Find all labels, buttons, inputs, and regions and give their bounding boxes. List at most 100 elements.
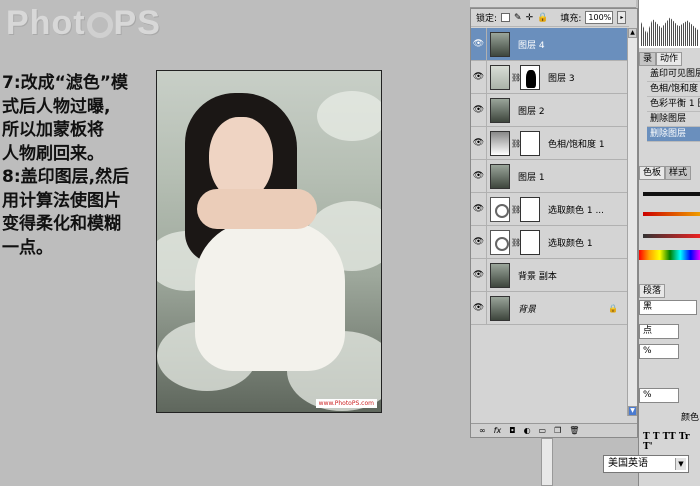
layers-scrollbar[interactable]: ▲ ▼ <box>627 28 637 416</box>
adjust-icon[interactable]: ◐ <box>524 426 531 435</box>
tab-actions[interactable]: 动作 <box>656 52 683 66</box>
chain-link-icon[interactable]: ⛓ <box>511 205 521 214</box>
logo-diamond-icon <box>86 12 113 38</box>
layer-thumbnail <box>490 97 510 123</box>
photo-watermark: www.PhotoPS.com <box>315 399 377 408</box>
panel-top-strip <box>470 0 636 8</box>
fill-input[interactable]: 100% <box>585 11 614 24</box>
tracking-input[interactable]: % <box>639 344 679 359</box>
lock-brush-icon[interactable]: ✎ <box>514 13 522 23</box>
font-family-select[interactable]: 黑 <box>639 300 697 315</box>
outer-scrollbar[interactable] <box>541 438 553 486</box>
layer-thumbnail <box>490 163 510 189</box>
caption-step-7: 7:改成“滤色”模 式后人物过曝, 所以加蒙板将 人物刷回来。 <box>2 73 128 164</box>
layers-list: 👁 图层 4 👁 ⛓ 图层 3 👁 图层 2 👁 ⛓ 色相/饱和度 1 👁 图层 <box>471 28 628 416</box>
visibility-eye-icon[interactable]: 👁 <box>471 226 487 258</box>
history-item[interactable]: 盖印可见图层 <box>647 67 700 82</box>
layer-name: 选取颜色 1 ... <box>548 205 605 216</box>
adjustment-thumbnail <box>490 130 510 156</box>
layer-name: 图层 2 <box>518 106 545 117</box>
layer-mask-thumbnail[interactable] <box>520 229 540 255</box>
color-slider[interactable] <box>643 192 700 196</box>
canvas-photo[interactable]: www.PhotoPS.com <box>156 70 382 413</box>
visibility-eye-icon[interactable]: 👁 <box>471 193 487 225</box>
layer-row[interactable]: 👁 图层 2 <box>471 94 628 127</box>
tab-styles[interactable]: 样式 <box>665 166 692 180</box>
color-label: 颜色 <box>681 413 700 423</box>
fill-label: 填充: <box>560 14 582 24</box>
language-value: 美国英语 <box>608 458 648 469</box>
layer-mask-thumbnail[interactable] <box>520 130 540 156</box>
layer-thumbnail <box>490 295 510 321</box>
layer-name: 背景 副本 <box>518 271 557 282</box>
adjustment-thumbnail <box>490 229 510 255</box>
layer-row[interactable]: 👁 背景 副本 <box>471 259 628 292</box>
new-layer-icon[interactable]: ❐ <box>554 426 561 435</box>
visibility-eye-icon[interactable]: 👁 <box>471 160 487 192</box>
font-size-input[interactable]: 点 <box>639 324 679 339</box>
layer-name: 图层 4 <box>518 40 545 51</box>
lock-row: 锁定: ✎ ✛ 🔒 填充: 100% ▸ <box>471 9 629 27</box>
tab-history[interactable]: 录 <box>639 52 657 66</box>
history-item[interactable]: 删除图层 <box>647 127 700 142</box>
layer-thumbnail <box>490 31 510 57</box>
histogram <box>639 0 700 48</box>
color-slider[interactable] <box>643 234 700 238</box>
layer-row[interactable]: 👁 ⛓ 图层 3 <box>471 61 628 94</box>
layer-row[interactable]: 👁 背景 🔒 <box>471 292 628 325</box>
caption-step-8: 8:盖印图层,然后 用计算法使图片 变得柔化和模糊 一点。 <box>2 167 130 258</box>
visibility-eye-icon[interactable]: 👁 <box>471 94 487 126</box>
layer-name: 背景 <box>518 304 537 315</box>
visibility-eye-icon[interactable]: 👁 <box>471 127 487 159</box>
tab-swatches[interactable]: 色板 <box>639 166 666 180</box>
fill-dropdown-icon[interactable]: ▸ <box>617 11 627 24</box>
history-item[interactable]: 色彩平衡 1 图 <box>647 97 700 112</box>
layer-row[interactable]: 👁 图层 1 <box>471 160 628 193</box>
layers-bottom-bar: ∞ fx ◘ ◐ ▭ ❐ 🗑 <box>471 423 637 437</box>
chain-link-icon[interactable]: ⛓ <box>511 238 521 247</box>
layer-mask-thumbnail[interactable] <box>520 196 540 222</box>
chain-link-icon[interactable]: ⛓ <box>511 73 521 82</box>
color-tabs: 色板 样式 <box>639 166 700 180</box>
layer-row[interactable]: 👁 ⛓ 色相/饱和度 1 <box>471 127 628 160</box>
visibility-eye-icon[interactable]: 👁 <box>471 292 487 324</box>
mask-icon[interactable]: ◘ <box>509 426 515 435</box>
color-spectrum[interactable] <box>639 250 700 260</box>
history-item[interactable]: 色相/饱和度 <box>647 82 700 97</box>
lock-all-icon[interactable]: 🔒 <box>537 13 548 23</box>
layer-row[interactable]: 👁 ⛓ 选取颜色 1 <box>471 226 628 259</box>
color-slider[interactable] <box>643 212 700 216</box>
scale-input[interactable]: % <box>639 388 679 403</box>
fx-icon[interactable]: fx <box>494 426 502 435</box>
trash-icon[interactable]: 🗑 <box>569 426 579 435</box>
lock-label: 锁定: <box>476 14 498 24</box>
layer-name: 图层 3 <box>548 73 575 84</box>
right-panels: 录 动作 盖印可见图层 色相/饱和度 色彩平衡 1 图 删除图层 删除图层 色板… <box>638 0 700 486</box>
layer-row[interactable]: 👁 图层 4 <box>471 28 628 61</box>
visibility-eye-icon[interactable]: 👁 <box>471 28 487 60</box>
scroll-down-icon[interactable]: ▼ <box>628 406 637 416</box>
tutorial-caption: 7:改成“滤色”模 式后人物过曝, 所以加蒙板将 人物刷回来。 8:盖印图层,然… <box>2 72 157 260</box>
lock-transparency-icon[interactable] <box>501 13 511 22</box>
tab-paragraph[interactable]: 段落 <box>639 284 666 298</box>
chain-link-icon[interactable]: ⛓ <box>511 139 521 148</box>
adjustment-thumbnail <box>490 196 510 222</box>
visibility-eye-icon[interactable]: 👁 <box>471 259 487 291</box>
layers-panel: 锁定: ✎ ✛ 🔒 填充: 100% ▸ 👁 图层 4 👁 ⛓ 图层 3 👁 图… <box>470 8 638 438</box>
lock-move-icon[interactable]: ✛ <box>526 13 534 23</box>
link-icon[interactable]: ∞ <box>479 426 486 435</box>
history-item[interactable]: 删除图层 <box>647 112 700 127</box>
layer-lock-icon: 🔒 <box>608 303 618 313</box>
layer-mask-thumbnail[interactable] <box>520 64 540 90</box>
language-select[interactable]: 美国英语 ▼ <box>603 455 689 473</box>
text-style-toggles[interactable]: T T TT Tr T' <box>643 432 700 452</box>
visibility-eye-icon[interactable]: 👁 <box>471 61 487 93</box>
layer-name: 色相/饱和度 1 <box>548 139 605 150</box>
folder-icon[interactable]: ▭ <box>539 426 547 435</box>
layer-row[interactable]: 👁 ⛓ 选取颜色 1 ... <box>471 193 628 226</box>
history-tabs: 录 动作 <box>639 52 700 66</box>
chevron-down-icon[interactable]: ▼ <box>675 458 686 470</box>
layer-name: 图层 1 <box>518 172 545 183</box>
character-tabs: 段落 <box>639 284 700 298</box>
scroll-up-icon[interactable]: ▲ <box>628 28 637 38</box>
